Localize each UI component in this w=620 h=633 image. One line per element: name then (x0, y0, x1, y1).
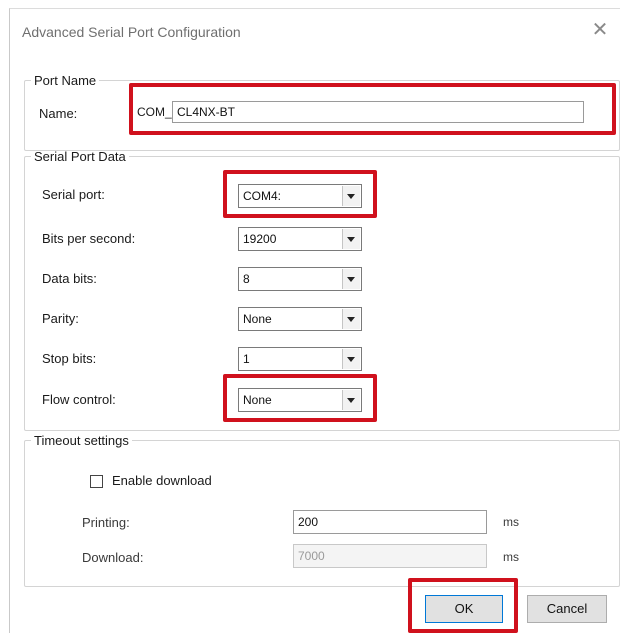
enable-download-checkbox[interactable] (90, 475, 103, 488)
data-bits-label: Data bits: (42, 271, 97, 286)
bits-per-second-label: Bits per second: (42, 231, 136, 246)
chevron-down-icon[interactable] (342, 186, 360, 206)
timeout-settings-legend: Timeout settings (34, 433, 129, 448)
port-name-input[interactable]: CL4NX-BT (172, 101, 584, 123)
serial-port-data-legend: Serial Port Data (34, 149, 126, 164)
flow-control-label: Flow control: (42, 392, 116, 407)
data-bits-select[interactable]: 8 (238, 267, 362, 291)
stop-bits-value: 1 (243, 352, 250, 366)
serial-port-config-dialog: Advanced Serial Port Configuration ✕ Por… (9, 8, 620, 633)
serial-port-select[interactable]: COM4: (238, 184, 362, 208)
download-unit: ms (503, 550, 519, 564)
stop-bits-select[interactable]: 1 (238, 347, 362, 371)
chevron-down-icon[interactable] (342, 349, 360, 369)
download-input: 7000 (293, 544, 487, 568)
cancel-button[interactable]: Cancel (527, 595, 607, 623)
printing-unit: ms (503, 515, 519, 529)
close-icon[interactable]: ✕ (588, 18, 612, 42)
ok-button[interactable]: OK (425, 595, 503, 623)
enable-download-label: Enable download (112, 473, 212, 488)
parity-value: None (243, 312, 272, 326)
serial-port-value: COM4: (243, 189, 282, 203)
chevron-down-icon[interactable] (342, 269, 360, 289)
bits-per-second-select[interactable]: 19200 (238, 227, 362, 251)
stop-bits-label: Stop bits: (42, 351, 97, 366)
data-bits-value: 8 (243, 272, 250, 286)
chevron-down-icon[interactable] (342, 390, 360, 410)
port-name-legend: Port Name (34, 73, 97, 88)
dialog-title: Advanced Serial Port Configuration (22, 24, 241, 40)
flow-control-select[interactable]: None (238, 388, 362, 412)
chevron-down-icon[interactable] (342, 309, 360, 329)
printing-label: Printing: (82, 515, 130, 530)
title-bar: Advanced Serial Port Configuration ✕ (10, 9, 620, 53)
download-label: Download: (82, 550, 144, 565)
flow-control-value: None (243, 393, 272, 407)
name-label: Name: (39, 106, 78, 121)
parity-label: Parity: (42, 311, 79, 326)
printing-input[interactable]: 200 (293, 510, 487, 534)
bits-per-second-value: 19200 (243, 232, 277, 246)
name-prefix: COM_ (137, 105, 172, 119)
parity-select[interactable]: None (238, 307, 362, 331)
serial-port-label: Serial port: (42, 187, 105, 202)
chevron-down-icon[interactable] (342, 229, 360, 249)
